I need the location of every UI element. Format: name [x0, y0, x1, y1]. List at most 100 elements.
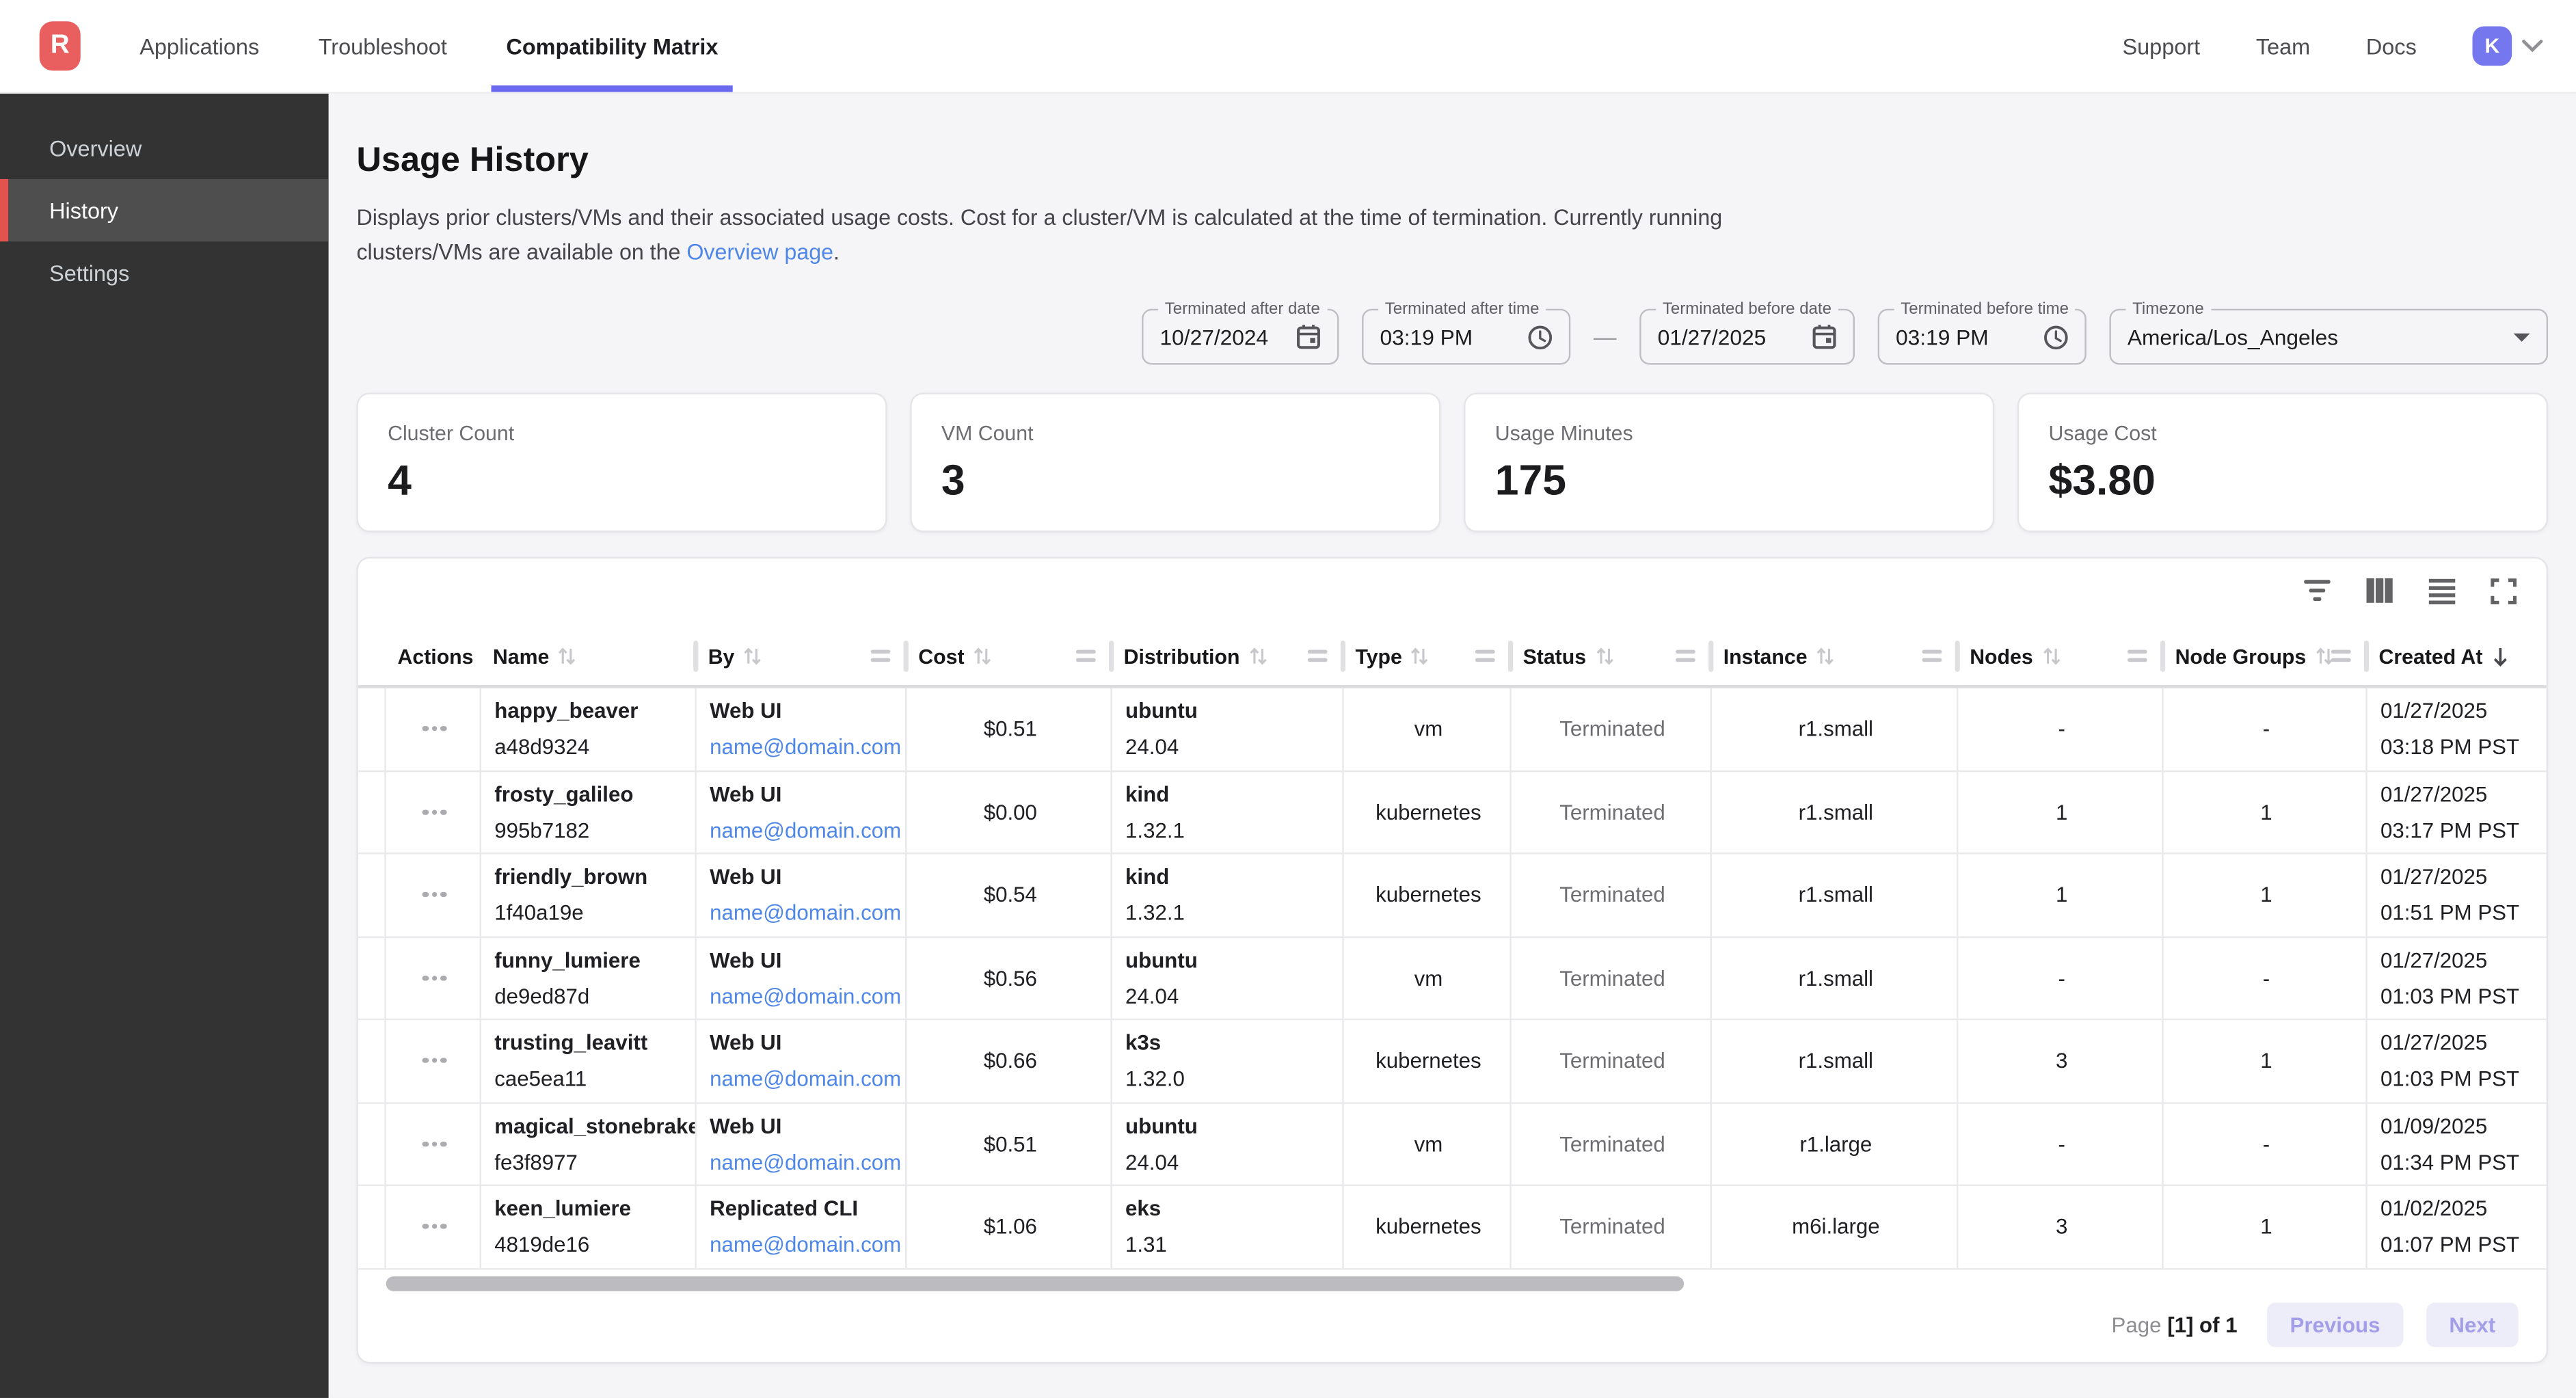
filter-terminated-before-date[interactable]: Terminated before date01/27/2025 [1639, 309, 1855, 365]
cell-actions [384, 1020, 479, 1101]
replicated-logo[interactable]: R [40, 21, 81, 70]
row-distribution: ubuntu [1125, 699, 1332, 723]
cell-distribution: k3s1.32.0 [1110, 1020, 1342, 1101]
filter-label: Terminated after date [1158, 301, 1326, 319]
row-name: funny_lumiere [494, 947, 685, 972]
timezone-select[interactable]: TimezoneAmerica/Los_Angeles [2109, 309, 2548, 365]
cell-type: vm [1342, 937, 1510, 1019]
cell-nodes: - [1957, 688, 2162, 770]
column-header-label: Type [1355, 645, 1401, 668]
column-header-type[interactable]: Type [1342, 628, 1510, 685]
row-cost: $0.54 [984, 883, 1037, 907]
sidebar-item-overview[interactable]: Overview [0, 117, 329, 179]
avatar[interactable]: K [2473, 26, 2512, 66]
row-actions-button[interactable] [416, 720, 453, 738]
row-email-link[interactable]: name@domain.com [710, 984, 896, 1008]
column-menu-icon[interactable] [2128, 649, 2147, 664]
previous-button[interactable]: Previous [2267, 1303, 2403, 1347]
tab-troubleshoot[interactable]: Troubleshoot [315, 0, 451, 92]
row-actions-button[interactable] [416, 1218, 453, 1236]
column-header-created-at[interactable]: Created At [2365, 628, 2548, 685]
row-email-link[interactable]: name@domain.com [710, 735, 896, 760]
row-email-link[interactable]: name@domain.com [710, 1149, 896, 1174]
sort-icon [557, 645, 577, 667]
account-menu[interactable]: K [2473, 26, 2543, 66]
tab-applications[interactable]: Applications [136, 0, 263, 92]
cell-by: Web UIname@domain.com [695, 688, 905, 770]
row-actions-button[interactable] [416, 969, 453, 987]
row-nodes: - [2058, 1131, 2065, 1156]
filter-terminated-after-date[interactable]: Terminated after date10/27/2024 [1142, 309, 1339, 365]
overview-page-link[interactable]: Overview page [686, 240, 833, 265]
columns-button[interactable] [2365, 578, 2393, 608]
column-header-label: Nodes [1970, 645, 2033, 668]
row-actions-button[interactable] [416, 886, 453, 904]
sidebar-item-history[interactable]: History [0, 179, 329, 241]
column-header-status[interactable]: Status [1510, 628, 1710, 685]
clock-icon[interactable] [1528, 325, 1553, 349]
row-actions-button[interactable] [416, 1135, 453, 1153]
chevron-down-icon[interactable] [2522, 31, 2543, 61]
column-header-distribution[interactable]: Distribution [1110, 628, 1342, 685]
row-created-date: 01/27/2025 [2380, 947, 2540, 972]
column-menu-icon[interactable] [1076, 649, 1096, 664]
calendar-icon[interactable] [1296, 323, 1321, 349]
nav-link-docs[interactable]: Docs [2366, 33, 2417, 58]
row-version: 24.04 [1125, 1149, 1332, 1174]
row-nodes: - [2058, 965, 2065, 990]
column-menu-icon[interactable] [1676, 649, 1695, 664]
row-email-link[interactable]: name@domain.com [710, 1066, 896, 1091]
column-header-by[interactable]: By [695, 628, 905, 685]
cell-cost: $0.66 [905, 1020, 1110, 1101]
column-header-nodes[interactable]: Nodes [1957, 628, 2162, 685]
cell-node-groups: 1 [2162, 1020, 2365, 1101]
dot [432, 892, 438, 898]
horizontal-scrollbar[interactable] [358, 1271, 2547, 1297]
status-badge: Terminated [1559, 1214, 1665, 1239]
caret-down-icon[interactable] [2514, 333, 2530, 341]
fullscreen-button[interactable] [2491, 578, 2517, 609]
dot [441, 727, 446, 732]
density-button[interactable] [2428, 578, 2456, 609]
row-created-time: 01:34 PM PST [2380, 1149, 2540, 1174]
range-separator: — [1594, 323, 1617, 349]
row-actions-button[interactable] [416, 1051, 453, 1070]
cell-cost: $1.06 [905, 1186, 1110, 1267]
clock-icon[interactable] [2043, 325, 2068, 349]
dot [422, 1141, 428, 1146]
cell-name: trusting_leavittcae5ea11 [480, 1020, 695, 1101]
column-header-name[interactable]: Name [480, 628, 695, 685]
row-email-link[interactable]: name@domain.com [710, 1233, 896, 1257]
cell-instance: r1.small [1710, 1020, 1957, 1101]
column-header-instance[interactable]: Instance [1710, 628, 1957, 685]
calendar-icon[interactable] [1812, 323, 1837, 349]
row-cost: $0.51 [984, 716, 1037, 741]
column-menu-icon[interactable] [1308, 649, 1328, 664]
row-created-date: 01/27/2025 [2380, 781, 2540, 806]
row-email-link[interactable]: name@domain.com [710, 818, 896, 842]
column-header-label: Instance [1723, 645, 1808, 668]
filter-terminated-before-time[interactable]: Terminated before time03:19 PM [1878, 309, 2087, 365]
scrollbar-thumb[interactable] [386, 1276, 1684, 1291]
column-header-actions[interactable]: Actions [384, 628, 479, 685]
row-actions-button[interactable] [416, 803, 453, 821]
nav-link-support[interactable]: Support [2122, 33, 2200, 58]
row-email-link[interactable]: name@domain.com [710, 900, 896, 925]
sidebar-item-settings[interactable]: Settings [0, 241, 329, 304]
column-header-cost[interactable]: Cost [905, 628, 1110, 685]
filter-icon [2303, 578, 2331, 608]
page-title: Usage History [356, 142, 2548, 181]
column-menu-icon[interactable] [871, 649, 891, 664]
column-menu-icon[interactable] [1922, 649, 1942, 664]
nav-link-team[interactable]: Team [2256, 33, 2310, 58]
row-created-date: 01/09/2025 [2380, 1114, 2540, 1138]
next-button[interactable]: Next [2426, 1303, 2519, 1347]
tab-compatibility-matrix[interactable]: Compatibility Matrix [503, 0, 722, 92]
column-menu-icon[interactable] [2331, 649, 2351, 664]
column-header-node-groups[interactable]: Node Groups [2162, 628, 2365, 685]
row-created-date: 01/27/2025 [2380, 1030, 2540, 1055]
filter-button[interactable] [2303, 578, 2331, 608]
column-menu-icon[interactable] [1475, 649, 1495, 664]
row-node-groups: - [2263, 1131, 2270, 1156]
filter-terminated-after-time[interactable]: Terminated after time03:19 PM [1362, 309, 1570, 365]
